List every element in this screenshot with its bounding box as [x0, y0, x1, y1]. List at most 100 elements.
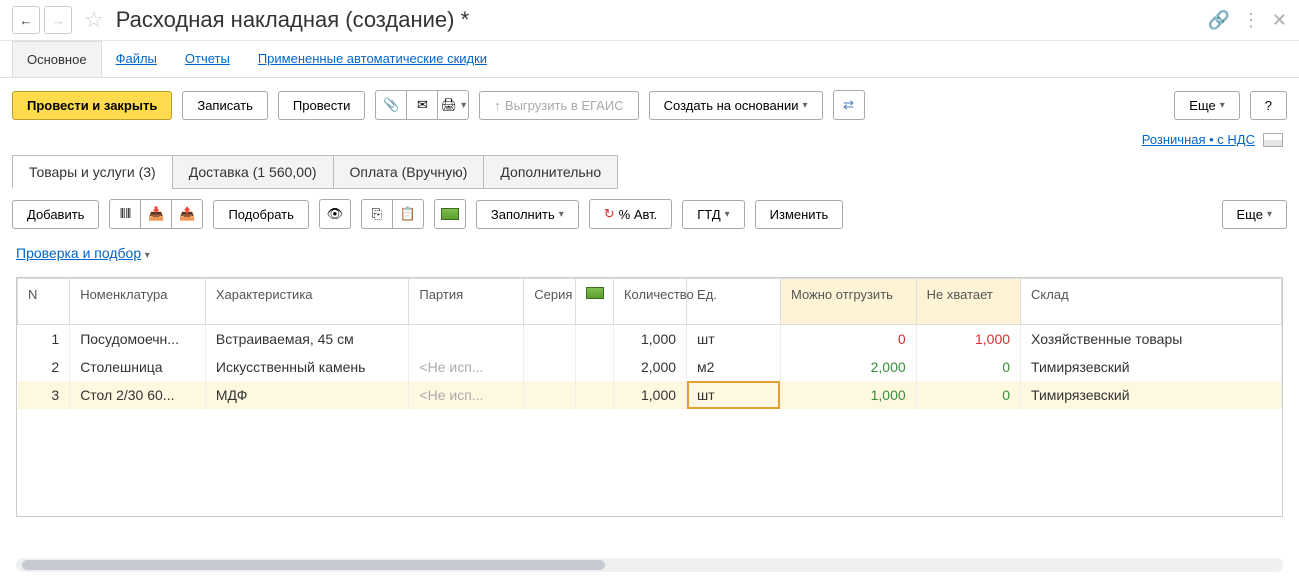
- table-row[interactable]: 3Стол 2/30 60...МДФ<Не исп... 1,000шт1,00…: [18, 381, 1282, 409]
- col-char[interactable]: Характеристика: [205, 279, 409, 325]
- more-icon[interactable]: ⋮: [1242, 10, 1260, 31]
- change-button[interactable]: Изменить: [755, 200, 844, 229]
- nav-back-button[interactable]: ←: [12, 6, 40, 34]
- post-button[interactable]: Провести: [278, 91, 366, 120]
- col-nom[interactable]: Номенклатура: [70, 279, 206, 325]
- cell-ship[interactable]: 2,000: [780, 353, 916, 381]
- table-more-button[interactable]: Еще ▾: [1222, 200, 1287, 229]
- cell-miss[interactable]: 0: [916, 353, 1020, 381]
- cell-char[interactable]: МДФ: [205, 381, 409, 409]
- cell-nom[interactable]: Стол 2/30 60...: [70, 381, 206, 409]
- col-miss[interactable]: Не хватает: [916, 279, 1020, 325]
- cell-qty[interactable]: 1,000: [613, 381, 686, 409]
- view-tab-discounts[interactable]: Примененные автоматические скидки: [244, 41, 501, 77]
- cell-ico[interactable]: [576, 381, 614, 409]
- export-button[interactable]: 📤: [171, 199, 203, 229]
- view-tab-reports[interactable]: Отчеты: [171, 41, 244, 77]
- cell-n[interactable]: 3: [18, 381, 70, 409]
- cell-nom[interactable]: Посудомоечн...: [70, 325, 206, 354]
- egais-button[interactable]: ↑ Выгрузить в ЕГАИС: [479, 91, 638, 120]
- view-tab-files[interactable]: Файлы: [102, 41, 171, 77]
- attach-group: 📎 ✉ 🖨▾: [375, 90, 469, 120]
- card-icon[interactable]: [1263, 133, 1283, 147]
- table-row[interactable]: 2СтолешницаИскусственный камень<Не исп..…: [18, 353, 1282, 381]
- cell-wh[interactable]: Тимирязевский: [1021, 381, 1282, 409]
- view-button[interactable]: 👁: [319, 199, 351, 229]
- table-row[interactable]: 1Посудомоечн...Встраиваемая, 45 см1,000ш…: [18, 325, 1282, 354]
- col-wh[interactable]: Склад: [1021, 279, 1282, 325]
- cell-unit[interactable]: м2: [687, 353, 781, 381]
- cell-part[interactable]: <Не исп...: [409, 353, 524, 381]
- submit-close-button[interactable]: Провести и закрыть: [12, 91, 172, 120]
- barcode-button[interactable]: ⦀⦀: [109, 199, 141, 229]
- tab-additional[interactable]: Дополнительно: [483, 155, 618, 189]
- tab-payment[interactable]: Оплата (Вручную): [333, 155, 485, 189]
- content-tabs: Товары и услуги (3) Доставка (1 560,00) …: [0, 155, 1299, 189]
- pick-button[interactable]: Подобрать: [213, 200, 308, 229]
- col-icon[interactable]: [576, 279, 614, 325]
- col-unit[interactable]: Ед.: [687, 279, 781, 325]
- link-icon[interactable]: 🔗: [1207, 10, 1229, 31]
- cell-miss[interactable]: 1,000: [916, 325, 1020, 354]
- print-icon: 🖨: [441, 97, 458, 113]
- view-tabs: Основное Файлы Отчеты Примененные автома…: [0, 41, 1299, 78]
- star-icon[interactable]: ☆: [84, 7, 104, 33]
- chevron-down-icon: ▾: [802, 100, 807, 111]
- tab-goods[interactable]: Товары и услуги (3): [12, 155, 173, 189]
- col-part[interactable]: Партия: [409, 279, 524, 325]
- col-qty[interactable]: Количество: [613, 279, 686, 325]
- email-button[interactable]: ✉: [406, 90, 438, 120]
- view-tab-main[interactable]: Основное: [12, 41, 102, 77]
- cell-wh[interactable]: Тимирязевский: [1021, 353, 1282, 381]
- copy-icon: ⎘: [372, 206, 382, 222]
- create-based-button[interactable]: Создать на основании ▾: [649, 91, 823, 120]
- copy-button[interactable]: ⎘: [361, 199, 393, 229]
- col-ship[interactable]: Можно отгрузить: [780, 279, 916, 325]
- cell-wh[interactable]: Хозяйственные товары: [1021, 325, 1282, 354]
- check-pick-link[interactable]: Проверка и подбор: [16, 245, 141, 261]
- cell-ico[interactable]: [576, 325, 614, 354]
- auto-discount-button[interactable]: ↻ % Авт.: [589, 199, 673, 229]
- cell-n[interactable]: 2: [18, 353, 70, 381]
- cell-ser[interactable]: [524, 381, 576, 409]
- fill-button[interactable]: Заполнить ▾: [476, 200, 579, 229]
- cell-part[interactable]: [409, 325, 524, 354]
- page-title: Расходная накладная (создание) *: [116, 7, 1200, 33]
- structure-button[interactable]: ⇄: [833, 90, 865, 120]
- cell-char[interactable]: Встраиваемая, 45 см: [205, 325, 409, 354]
- cell-nom[interactable]: Столешница: [70, 353, 206, 381]
- arrow-left-icon: ←: [20, 13, 33, 28]
- more-button[interactable]: Еще ▾: [1174, 91, 1239, 120]
- cell-part[interactable]: <Не исп...: [409, 381, 524, 409]
- cell-qty[interactable]: 1,000: [613, 325, 686, 354]
- paste-button[interactable]: 📋: [392, 199, 424, 229]
- help-button[interactable]: ?: [1250, 91, 1287, 120]
- print-button[interactable]: 🖨▾: [437, 90, 469, 120]
- cell-qty[interactable]: 2,000: [613, 353, 686, 381]
- cell-ser[interactable]: [524, 353, 576, 381]
- price-type-link[interactable]: Розничная • с НДС: [1142, 132, 1255, 147]
- chevron-down-icon: ▾: [461, 100, 466, 111]
- add-row-button[interactable]: Добавить: [12, 200, 99, 229]
- cell-n[interactable]: 1: [18, 325, 70, 354]
- import-button[interactable]: 📥: [140, 199, 172, 229]
- nav-forward-button[interactable]: →: [44, 6, 72, 34]
- cell-char[interactable]: Искусственный камень: [205, 353, 409, 381]
- col-ser[interactable]: Серия: [524, 279, 576, 325]
- cell-ser[interactable]: [524, 325, 576, 354]
- col-n[interactable]: N: [18, 279, 70, 325]
- cell-unit[interactable]: шт: [687, 381, 781, 409]
- money-button[interactable]: [434, 199, 466, 229]
- horizontal-scrollbar[interactable]: [16, 558, 1283, 572]
- cell-ship[interactable]: 0: [780, 325, 916, 354]
- cell-ico[interactable]: [576, 353, 614, 381]
- save-button[interactable]: Записать: [182, 91, 268, 120]
- cell-ship[interactable]: 1,000: [780, 381, 916, 409]
- tab-delivery[interactable]: Доставка (1 560,00): [172, 155, 334, 189]
- close-icon[interactable]: ✕: [1272, 10, 1287, 31]
- scrollbar-thumb[interactable]: [22, 560, 605, 570]
- cell-miss[interactable]: 0: [916, 381, 1020, 409]
- attach-button[interactable]: 📎: [375, 90, 407, 120]
- gtd-button[interactable]: ГТД ▾: [682, 200, 744, 229]
- cell-unit[interactable]: шт: [687, 325, 781, 354]
